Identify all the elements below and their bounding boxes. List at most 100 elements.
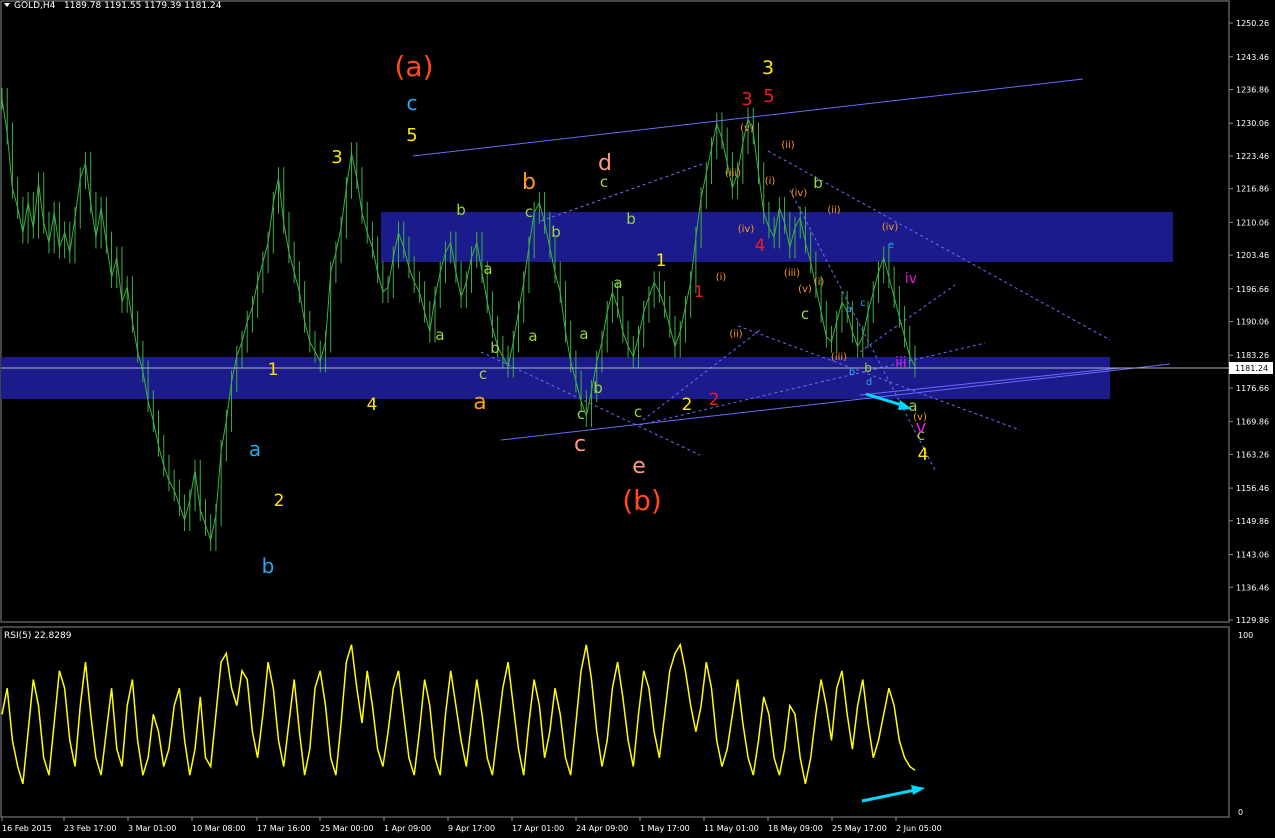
x-tick-label: 23 Feb 17:00 [64,824,116,833]
wave-label: (a) [394,50,433,83]
wave-label: 5 [763,86,774,107]
x-tick-label: 3 Mar 01:00 [128,824,176,833]
wave-label: b [864,361,872,375]
wave-label: c [860,298,866,309]
support-zone [1,357,1110,399]
wave-label: 4 [367,395,378,415]
wave-label: a [579,325,588,343]
wave-label: 4 [918,445,929,465]
wave-label: (ii) [729,329,742,340]
wave-label: c [801,305,809,323]
y-tick-label: 1230.06 [1236,119,1269,128]
x-tick-label: 25 Mar 00:00 [320,824,373,833]
wave-label: 3 [762,57,774,79]
wave-label: c [525,203,533,221]
y-tick-label: 1156.46 [1236,484,1269,493]
wave-label: b [456,201,466,219]
y-tick-label: 1203.46 [1236,251,1269,260]
wave-label: (v) [798,284,812,295]
wave-label: (iv) [738,224,755,235]
y-tick-label: 1250.26 [1236,19,1269,28]
wave-label: c [600,173,608,191]
wave-label: (ii) [781,140,794,151]
wave-label: 1 [656,251,667,271]
x-tick-label: 2 Jun 05:00 [896,824,942,833]
x-tick-label: 16 Feb 2015 [2,824,52,833]
y-tick-label: 1236.86 [1236,86,1269,95]
y-tick-label: 1210.06 [1236,218,1269,227]
y-tick-label: 1223.46 [1236,152,1269,161]
wave-label: 1 [268,360,279,380]
wave-label: 2 [274,491,285,511]
y-tick-label: 1143.06 [1236,551,1269,560]
wave-label: c [634,403,642,421]
y-tick-label: 1190.06 [1236,318,1269,327]
wave-label: a [473,390,486,415]
wave-label: b [849,367,855,378]
y-tick-label: 1129.86 [1236,616,1269,625]
wave-label: b [626,210,636,228]
wave-label: b [813,174,823,192]
x-tick-label: 10 Mar 08:00 [192,824,245,833]
wave-label: (i) [814,277,825,288]
rsi-scale-bottom: 0 [1238,808,1243,817]
rsi-label: RSI(5) 22.8289 [4,631,72,641]
x-tick-label: 17 Mar 16:00 [257,824,310,833]
y-tick-label: 1149.86 [1236,517,1269,526]
rsi-scale-top: 100 [1238,631,1253,640]
wave-label: b [522,170,536,195]
wave-label: a [528,327,537,345]
y-tick-label: 1163.26 [1236,450,1269,459]
wave-label: (iv) [791,188,808,199]
wave-label: e [632,454,646,479]
x-tick-label: 9 Apr 17:00 [448,824,495,833]
x-tick-label: 24 Apr 09:00 [576,824,628,833]
wave-label: 1 [694,282,704,301]
wave-label: (iii) [784,268,800,279]
wave-label: a [435,326,444,344]
wave-label: (iv) [882,222,899,233]
x-tick-label: 18 May 09:00 [768,824,823,833]
x-tick-label: 1 May 17:00 [640,824,690,833]
wave-label: 2 [709,390,720,410]
wave-label: b [593,379,603,397]
y-tick-label: 1216.86 [1236,185,1269,194]
wave-label: v [916,417,927,438]
wave-label: b [490,339,500,357]
wave-label: (b) [622,484,662,517]
current-price-label: 1181.24 [1235,364,1268,373]
x-tick-label: 25 May 17:00 [832,824,887,833]
ohlc-values: 1189.78 1191.55 1179.39 1181.24 [64,1,222,11]
wave-label: (i) [765,176,776,187]
wave-label: d [866,377,872,388]
wave-label: a [613,274,622,292]
x-tick-label: 11 May 01:00 [704,824,759,833]
x-tick-label: 17 Apr 01:00 [512,824,564,833]
wave-label: 5 [406,125,417,146]
wave-label: c [574,432,586,457]
wave-label: (i) [716,272,727,283]
wave-label: 4 [755,236,766,256]
wave-label: b [262,554,275,578]
wave-label: e [888,240,894,251]
y-tick-label: 1176.66 [1236,384,1269,393]
wave-label: 3 [331,147,342,168]
wave-label: (ii) [827,205,840,216]
x-tick-label: 1 Apr 09:00 [384,824,431,833]
chart-canvas: 1181.24 1250.261243.461236.861230.061223… [0,0,1275,838]
y-tick-label: 1136.46 [1236,583,1269,592]
y-tick-label: 1169.86 [1236,418,1269,427]
wave-label: b [551,223,561,241]
y-tick-label: 1243.46 [1236,53,1269,62]
wave-label: (iii) [725,168,741,179]
wave-label: a [846,304,852,315]
wave-label: iii [895,355,907,371]
wave-label: a [483,260,492,278]
wave-label: c [407,91,418,115]
y-tick-label: 1183.26 [1236,351,1269,360]
wave-label: c [479,365,487,383]
y-tick-label: 1196.66 [1236,285,1269,294]
wave-label: (v) [740,123,754,134]
wave-label: (iii) [831,352,847,363]
wave-label: 3 [741,89,752,110]
